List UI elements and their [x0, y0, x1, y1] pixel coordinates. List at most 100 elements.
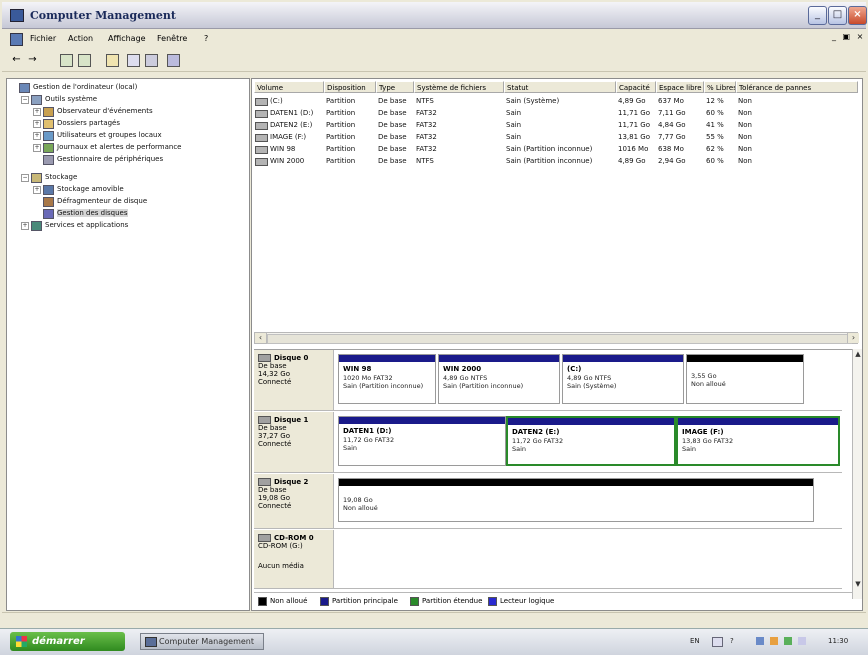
- tree-item[interactable]: Gestionnaire de périphériques: [57, 155, 163, 163]
- scroll-down-icon[interactable]: ▼: [853, 579, 862, 589]
- disk-row: CD-ROM 0 CD-ROM (G:) Aucun média: [254, 530, 842, 589]
- menu-help[interactable]: ?: [204, 34, 208, 43]
- table-row[interactable]: IMAGE (F:) Partition De base FAT32 Sain 13,81…: [252, 132, 858, 143]
- column-header[interactable]: Capacité: [616, 81, 656, 93]
- network-icon[interactable]: [756, 637, 764, 645]
- disk-view-icon[interactable]: [167, 54, 180, 67]
- tree-expander[interactable]: +: [33, 120, 41, 128]
- tree-expander[interactable]: +: [33, 108, 41, 116]
- minimize-button[interactable]: _: [808, 6, 827, 25]
- column-header[interactable]: Tolérance de pannes: [736, 81, 858, 93]
- tree-item[interactable]: Gestion des disques: [57, 209, 128, 217]
- table-cell: Sain (Partition inconnue): [506, 157, 593, 165]
- mdi-window-buttons[interactable]: _ ▣ ×: [832, 32, 865, 41]
- tree-item[interactable]: Outils système: [45, 95, 97, 103]
- menu-action[interactable]: Action: [68, 34, 93, 43]
- vertical-scrollbar[interactable]: ▲ ▼: [852, 349, 862, 599]
- disk-label[interactable]: CD-ROM 0 CD-ROM (G:) Aucun média: [254, 530, 334, 588]
- drive-icon: [255, 122, 268, 130]
- tree-item[interactable]: Observateur d'événements: [57, 107, 153, 115]
- disk-info: Connecté: [258, 378, 292, 386]
- tree-item[interactable]: Services et applications: [45, 221, 128, 229]
- partition-block[interactable]: WIN 2000 4,89 Go NTFS Sain (Partition inco…: [438, 354, 560, 404]
- tree-item[interactable]: Gestion de l'ordinateur (local): [33, 83, 137, 91]
- show-tree-icon[interactable]: [78, 54, 91, 67]
- partition-block[interactable]: DATEN1 (D:) 11,72 Go FAT32 Sain: [338, 416, 506, 466]
- column-header[interactable]: Volume: [254, 81, 324, 93]
- properties-icon[interactable]: [106, 54, 119, 67]
- volume-icon[interactable]: [770, 637, 778, 645]
- tree-expander[interactable]: +: [33, 132, 41, 140]
- tree-expander[interactable]: +: [21, 222, 29, 230]
- menu-fichier[interactable]: Fichier: [30, 34, 56, 43]
- partition-status: Sain (Partition inconnue): [443, 382, 524, 390]
- disk-label[interactable]: Disque 2 De base 19,08 Go Connecté: [254, 474, 334, 528]
- disk-name: CD-ROM 0: [274, 534, 314, 542]
- table-row[interactable]: (C:) Partition De base NTFS Sain (Système) 4,…: [252, 96, 858, 107]
- column-header[interactable]: % Libres: [704, 81, 736, 93]
- table-row[interactable]: WIN 98 Partition De base FAT32 Sain (Partiti…: [252, 144, 858, 155]
- partition-block[interactable]: DATEN2 (E:) 11,72 Go FAT32 Sain: [506, 416, 676, 466]
- keyboard-icon[interactable]: [712, 637, 723, 647]
- start-button[interactable]: démarrer: [10, 632, 125, 651]
- scroll-thumb[interactable]: [267, 334, 852, 344]
- help-icon[interactable]: [127, 54, 140, 67]
- tree-item[interactable]: Stockage: [45, 173, 77, 181]
- table-cell: 637 Mo: [658, 97, 684, 105]
- tree-expander[interactable]: −: [21, 174, 29, 182]
- tree-item[interactable]: Utilisateurs et groupes locaux: [57, 131, 162, 139]
- column-header[interactable]: Disposition: [324, 81, 376, 93]
- table-cell: 7,77 Go: [658, 133, 686, 141]
- column-header[interactable]: Type: [376, 81, 414, 93]
- security-icon[interactable]: [784, 637, 792, 645]
- table-row[interactable]: DATEN1 (D:) Partition De base FAT32 Sain 11,7…: [252, 108, 858, 119]
- partition-type-bar: [339, 417, 505, 424]
- partition-block[interactable]: WIN 98 1020 Mo FAT32 Sain (Partition incon…: [338, 354, 436, 404]
- back-arrow-icon[interactable]: ←: [10, 53, 23, 66]
- disk-label[interactable]: Disque 1 De base 37,27 Go Connecté: [254, 412, 334, 472]
- tree-expander[interactable]: +: [33, 144, 41, 152]
- table-cell: DATEN2 (E:): [270, 121, 313, 129]
- partition-block[interactable]: 19,08 Go Non alloué: [338, 478, 814, 522]
- table-row[interactable]: WIN 2000 Partition De base NTFS Sain (Partit…: [252, 156, 858, 167]
- table-cell: 60 %: [706, 157, 724, 165]
- table-cell: Non: [738, 157, 752, 165]
- drive-icon: [255, 134, 268, 142]
- scroll-right-icon[interactable]: ›: [847, 333, 859, 343]
- scroll-left-icon[interactable]: ‹: [255, 333, 267, 343]
- scroll-up-icon[interactable]: ▲: [853, 349, 862, 359]
- display-icon[interactable]: [798, 637, 806, 645]
- clock[interactable]: 11:30: [828, 633, 848, 650]
- help-icon[interactable]: ?: [730, 633, 734, 650]
- partition-block[interactable]: (C:) 4,89 Go NTFS Sain (Système): [562, 354, 684, 404]
- disk-label[interactable]: Disque 0 De base 14,32 Go Connecté: [254, 350, 334, 410]
- disk-info: De base: [258, 486, 287, 494]
- tree-expander[interactable]: −: [21, 96, 29, 104]
- partition-block[interactable]: 3,55 Go Non alloué: [686, 354, 804, 404]
- menu-fenetre[interactable]: Fenêtre: [157, 34, 187, 43]
- tree-item[interactable]: Stockage amovible: [57, 185, 124, 193]
- column-header[interactable]: Espace libre: [656, 81, 704, 93]
- table-row[interactable]: DATEN2 (E:) Partition De base FAT32 Sain 11,7…: [252, 120, 858, 131]
- title-bar[interactable]: Computer Management _ □ ×: [2, 2, 867, 29]
- taskbar-window-button[interactable]: Computer Management: [140, 633, 264, 650]
- partition-block[interactable]: IMAGE (F:) 13,83 Go FAT32 Sain: [676, 416, 840, 466]
- menu-affichage[interactable]: Affichage: [108, 34, 146, 43]
- column-header[interactable]: Système de fichiers: [414, 81, 504, 93]
- up-folder-icon[interactable]: [60, 54, 73, 67]
- table-cell: 1016 Mo: [618, 145, 649, 153]
- tree-item[interactable]: Journaux et alertes de performance: [57, 143, 182, 151]
- maximize-button[interactable]: □: [828, 6, 847, 25]
- column-header[interactable]: Statut: [504, 81, 616, 93]
- forward-arrow-icon[interactable]: →: [26, 53, 39, 66]
- legend-label: Lecteur logique: [500, 597, 555, 605]
- settings-icon[interactable]: [145, 54, 158, 67]
- language-indicator[interactable]: EN: [690, 633, 700, 650]
- horizontal-scrollbar[interactable]: ‹ ›: [254, 332, 859, 344]
- disk-row: Disque 2 De base 19,08 Go Connecté 19,08 Go N…: [254, 474, 842, 529]
- table-cell: 4,84 Go: [658, 121, 686, 129]
- close-button[interactable]: ×: [848, 6, 867, 25]
- tree-expander[interactable]: +: [33, 186, 41, 194]
- tree-item[interactable]: Défragmenteur de disque: [57, 197, 147, 205]
- tree-item[interactable]: Dossiers partagés: [57, 119, 120, 127]
